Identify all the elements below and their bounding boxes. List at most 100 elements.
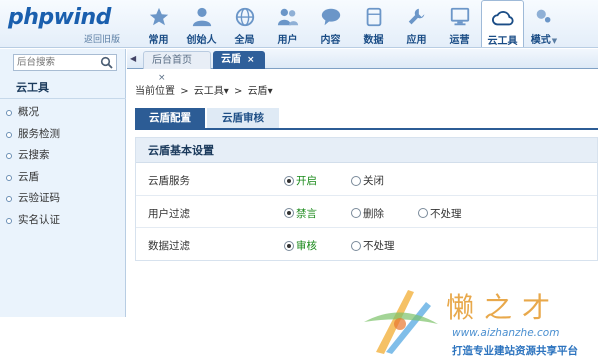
radio-no-action[interactable]: 不处理 xyxy=(351,238,395,253)
sub-tabs: 云盾配置 云盾审核 xyxy=(135,108,281,128)
breadcrumb-cloud-shield[interactable]: 云盾 xyxy=(248,86,268,97)
star-icon xyxy=(149,7,168,26)
bullet-icon xyxy=(6,153,12,159)
close-icon[interactable]: × xyxy=(247,55,255,65)
setting-label: 用户过滤 xyxy=(148,207,190,220)
nav-global[interactable]: 全局 xyxy=(223,0,266,46)
nav-label: 全局 xyxy=(234,35,255,46)
nav-founder[interactable]: 创始人 xyxy=(180,0,223,46)
search-box xyxy=(13,54,117,71)
chevron-down-icon: ▼ xyxy=(551,37,558,45)
person-icon xyxy=(192,7,211,27)
watermark: 懒之才 www.aizhanzhe.com 打造专业建站资源共享平台 xyxy=(356,280,598,362)
sidebar-title: 云工具 xyxy=(0,77,126,99)
panel-title: 云盾基本设置 xyxy=(136,138,597,163)
nav-label: 模式▼ xyxy=(530,35,558,46)
tab-label: 云盾 xyxy=(221,54,241,65)
chevron-down-icon[interactable]: ▾ xyxy=(268,86,273,97)
breadcrumb-separator: > xyxy=(180,86,189,97)
globe-icon xyxy=(235,7,254,27)
search-icon[interactable] xyxy=(100,56,114,69)
top-header: phpwind 返回旧版 常用 创始人 全局 用户 内容 数据 应用 运营 云工… xyxy=(0,0,598,48)
radio-enable[interactable]: 开启 xyxy=(284,173,317,188)
radio-checked-icon xyxy=(284,175,294,186)
setting-label: 云盾服务 xyxy=(148,175,190,187)
bullet-icon xyxy=(6,131,12,138)
radio-label: 禁言 xyxy=(296,207,317,220)
radio-unchecked-icon xyxy=(418,208,428,219)
radio-unchecked-icon xyxy=(351,175,361,186)
tab-shield-config[interactable]: 云盾配置 xyxy=(135,108,205,128)
radio-checked-icon xyxy=(284,240,294,251)
users-icon xyxy=(277,8,298,26)
nav-label: 创始人 xyxy=(186,35,217,46)
monitor-icon xyxy=(450,7,469,26)
nav-data[interactable]: 数据 xyxy=(352,0,395,46)
bullet-icon xyxy=(6,110,12,116)
sidebar-item-cloud-captcha[interactable]: 云验证码 xyxy=(0,188,126,210)
nav-operations[interactable]: 运营 xyxy=(438,0,481,46)
watermark-logo-icon xyxy=(364,290,438,354)
settings-panel: 云盾基本设置 云盾服务 开启 关闭 用户过滤 禁言 删除 不处理 数据过滤 审核… xyxy=(135,137,598,261)
nav-content[interactable]: 内容 xyxy=(309,0,352,46)
database-icon xyxy=(366,7,381,27)
radio-delete[interactable]: 删除 xyxy=(351,206,384,221)
radio-checked-icon xyxy=(284,208,294,219)
search-input[interactable] xyxy=(17,56,97,69)
watermark-title: 懒之才 xyxy=(446,291,561,324)
modes-icon xyxy=(536,9,551,23)
radio-mute[interactable]: 禁言 xyxy=(284,206,317,221)
sidebar-item-label: 云验证码 xyxy=(18,192,60,204)
nav-modes[interactable]: 模式▼ xyxy=(524,0,564,46)
radio-review[interactable]: 审核 xyxy=(284,238,317,253)
cloud-icon xyxy=(491,11,514,26)
tab-label: 后台首页 xyxy=(152,55,192,66)
logo[interactable]: phpwind 返回旧版 xyxy=(8,5,126,45)
sidebar-item-cloud-search[interactable]: 云搜索 xyxy=(0,145,126,167)
sidebar: 云工具 概况 服务检测 云搜索 云盾 云验证码 实名认证 xyxy=(0,49,126,317)
chat-icon xyxy=(321,8,340,26)
tab-cloud-shield[interactable]: 云盾 × xyxy=(213,51,265,69)
nav-label: 云工具 xyxy=(487,36,518,47)
bullet-icon xyxy=(6,174,12,181)
sidebar-item-label: 云搜索 xyxy=(18,149,50,161)
nav-common[interactable]: 常用 xyxy=(137,0,180,46)
tab-home[interactable]: 后台首页× xyxy=(143,51,211,83)
radio-label: 不处理 xyxy=(430,207,462,220)
back-to-old-version-link[interactable]: 返回旧版 xyxy=(84,32,120,45)
nav-label: 常用 xyxy=(148,35,169,46)
nav-apps[interactable]: 应用 xyxy=(395,0,438,46)
wrench-icon xyxy=(408,8,424,25)
sidebar-item-service-check[interactable]: 服务检测 xyxy=(0,124,126,146)
nav-label: 用户 xyxy=(277,35,298,46)
sidebar-item-label: 实名认证 xyxy=(18,213,60,226)
radio-label: 审核 xyxy=(296,240,317,253)
sidebar-menu: 概况 服务检测 云搜索 云盾 云验证码 实名认证 xyxy=(0,102,126,231)
radio-disable[interactable]: 关闭 xyxy=(351,173,384,188)
nav-label: 运营 xyxy=(449,35,470,46)
sidebar-item-label: 概况 xyxy=(18,106,39,118)
radio-unchecked-icon xyxy=(351,240,361,251)
nav-users[interactable]: 用户 xyxy=(266,0,309,46)
main-nav: 常用 创始人 全局 用户 内容 数据 应用 运营 云工具 模式▼ xyxy=(137,0,564,48)
tab-strip: ◀ 后台首页× 云盾 × xyxy=(127,49,598,83)
bullet-icon xyxy=(6,196,12,202)
subtabs-divider xyxy=(135,128,598,130)
radio-no-action[interactable]: 不处理 xyxy=(418,206,462,221)
radio-unchecked-icon xyxy=(351,208,361,219)
nav-label: 应用 xyxy=(406,35,427,46)
nav-cloud-tools[interactable]: 云工具 xyxy=(481,0,524,47)
watermark-slogan: 打造专业建站资源共享平台 xyxy=(452,345,578,357)
breadcrumb-cloud-tools[interactable]: 云工具 xyxy=(194,86,224,97)
setting-row-shield-service: 云盾服务 开启 关闭 xyxy=(136,163,597,196)
chevron-down-icon[interactable]: ▾ xyxy=(224,86,229,97)
sidebar-item-cloud-shield[interactable]: 云盾 xyxy=(0,167,126,189)
setting-row-user-filter: 用户过滤 禁言 删除 不处理 xyxy=(136,196,597,229)
breadcrumb: 当前位置 > 云工具▾ > 云盾▾ xyxy=(135,82,273,97)
sidebar-item-realname-auth[interactable]: 实名认证 xyxy=(0,210,126,232)
sidebar-item-overview[interactable]: 概况 xyxy=(0,102,126,124)
tab-scroll-left-icon[interactable]: ◀ xyxy=(130,54,136,63)
radio-label: 删除 xyxy=(363,207,384,220)
tab-shield-review[interactable]: 云盾审核 xyxy=(207,108,279,128)
bullet-icon xyxy=(6,217,12,224)
